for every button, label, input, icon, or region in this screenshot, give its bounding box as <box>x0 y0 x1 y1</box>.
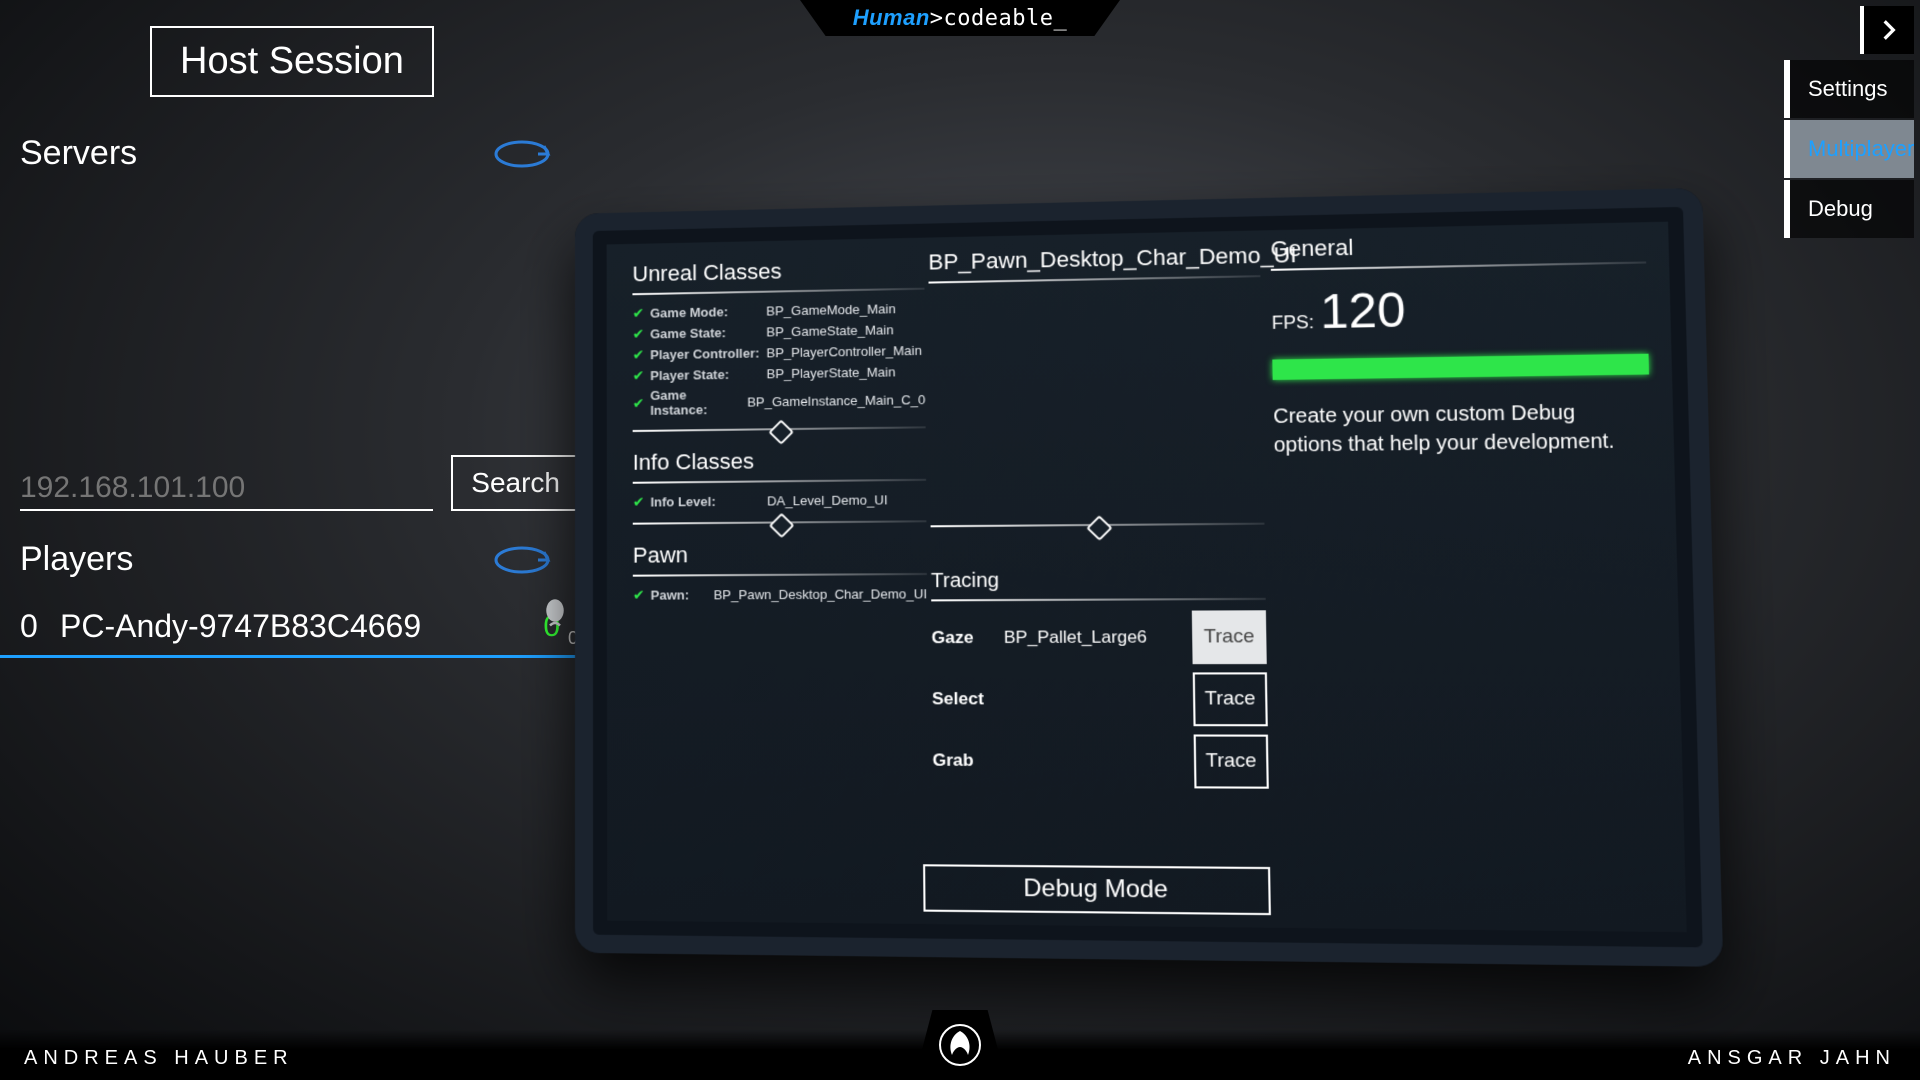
servers-heading: Servers <box>20 134 137 173</box>
check-icon: ✔ <box>633 367 645 384</box>
tracing-gaze-trace-button[interactable]: Trace <box>1192 610 1267 664</box>
info-classes-heading: Info Classes <box>633 446 926 475</box>
unreal-class-value: BP_PlayerState_Main <box>766 364 895 381</box>
refresh-icon <box>490 136 554 172</box>
unreal-classes-heading: Unreal Classes <box>632 256 924 288</box>
chevron-right-icon <box>1876 17 1902 43</box>
divider <box>931 598 1266 602</box>
tracing-grab-trace-button[interactable]: Trace <box>1194 734 1269 788</box>
player-name: PC-Andy-9747B83C4669 <box>60 608 543 645</box>
slider-divider[interactable] <box>633 426 926 432</box>
unreal-class-value: BP_GameInstance_Main_C_0 <box>747 392 925 410</box>
tracing-grab-label: Grab <box>932 750 1005 771</box>
brand-ribbon: Human>codeable_ <box>800 0 1120 36</box>
mid-panel-title: BP_Pawn_Desktop_Char_Demo_UI <box>928 243 1260 276</box>
unreal-class-key: Game Instance: <box>650 387 747 418</box>
divider <box>1271 261 1646 270</box>
check-icon: ✔ <box>633 346 645 363</box>
tracing-select-trace-button[interactable]: Trace <box>1193 672 1268 726</box>
unreal-engine-icon <box>938 1023 982 1067</box>
debug-mode-button[interactable]: Debug Mode <box>923 864 1271 915</box>
footer-credit-right: ANSGAR JAHN <box>1688 1047 1896 1070</box>
check-icon: ✔ <box>633 587 645 604</box>
side-menu-label: Settings <box>1808 76 1888 102</box>
side-menu-label: Debug <box>1808 196 1873 222</box>
player-row[interactable]: 0 PC-Andy-9747B83C4669 0 <box>0 600 580 658</box>
side-menu: Settings Multiplayer Debug <box>1784 60 1914 240</box>
pawn-class-value: BP_Pawn_Desktop_Char_Demo_UI <box>714 586 927 602</box>
tracing-gaze-value: BP_Pallet_Large6 <box>1004 627 1193 648</box>
info-class-key: Info Level: <box>650 493 767 509</box>
tracing-select-label: Select <box>932 689 1005 709</box>
general-description: Create your own custom Debug options tha… <box>1273 397 1651 459</box>
pawn-class-key: Pawn: <box>651 587 714 602</box>
side-menu-label: Multiplayer <box>1808 136 1914 162</box>
unreal-class-row: ✔ Player Controller:BP_PlayerController_M… <box>633 342 926 364</box>
unreal-class-key: Game Mode: <box>650 304 766 321</box>
unreal-class-row: ✔ Game State:BP_GameState_Main <box>632 321 924 343</box>
debug-monitor: Unreal Classes ✔ Game Mode:BP_GameMode_Ma… <box>575 188 1723 967</box>
check-icon: ✔ <box>633 494 645 511</box>
fps-value: 120 <box>1320 284 1406 340</box>
tracing-heading: Tracing <box>931 568 1266 593</box>
tracing-row-grab: Grab Trace <box>932 734 1268 789</box>
divider <box>929 275 1261 283</box>
side-menu-multiplayer[interactable]: Multiplayer <box>1784 120 1914 178</box>
search-button[interactable]: Search <box>451 455 580 511</box>
side-menu-settings[interactable]: Settings <box>1784 60 1914 118</box>
players-refresh-button[interactable] <box>490 542 554 578</box>
slider-divider[interactable] <box>633 520 927 524</box>
unreal-engine-badge <box>914 1010 1006 1080</box>
unreal-class-key: Player Controller: <box>650 345 766 362</box>
general-heading: General <box>1270 228 1646 262</box>
unreal-class-row: ✔ Player State:BP_PlayerState_Main <box>633 363 926 384</box>
pawn-heading: Pawn <box>633 541 927 569</box>
fps-label: FPS: <box>1272 312 1315 334</box>
info-class-value: DA_Level_Demo_UI <box>767 492 888 508</box>
ip-input[interactable] <box>20 467 433 511</box>
brand-human: Human <box>853 5 930 30</box>
info-class-row: ✔ Info Level:DA_Level_Demo_UI <box>633 491 927 511</box>
tracing-row-gaze: Gaze BP_Pallet_Large6 Trace <box>931 610 1266 664</box>
check-icon: ✔ <box>632 305 644 322</box>
slider-divider[interactable] <box>931 523 1265 528</box>
check-icon: ✔ <box>633 395 645 412</box>
players-heading: Players <box>20 540 133 579</box>
menu-toggle-button[interactable] <box>1860 6 1914 54</box>
divider <box>633 573 927 577</box>
fps-progress-bar <box>1272 354 1649 380</box>
monitor-screen: Unreal Classes ✔ Game Mode:BP_GameMode_Ma… <box>607 222 1687 933</box>
unreal-class-value: BP_PlayerController_Main <box>766 343 922 361</box>
mic-icon <box>540 598 570 628</box>
pawn-class-row: ✔ Pawn:BP_Pawn_Desktop_Char_Demo_UI <box>633 585 927 604</box>
player-mic-indicator: 0 <box>540 598 570 633</box>
unreal-class-value: BP_GameState_Main <box>766 322 893 339</box>
tracing-row-select: Select Trace <box>932 672 1268 726</box>
unreal-class-row: ✔ Game Instance:BP_GameInstance_Main_C_0 <box>633 384 926 418</box>
player-index: 0 <box>20 608 60 645</box>
side-menu-debug[interactable]: Debug <box>1784 180 1914 238</box>
tracing-grab-value <box>1005 761 1194 762</box>
host-session-button[interactable]: Host Session <box>150 26 434 97</box>
unreal-class-key: Player State: <box>650 366 766 383</box>
servers-refresh-button[interactable] <box>490 136 554 172</box>
divider <box>632 288 924 296</box>
refresh-icon <box>490 542 554 578</box>
footer-credit-left: ANDREAS HAUBER <box>24 1047 294 1070</box>
divider <box>633 479 926 484</box>
tracing-gaze-label: Gaze <box>931 628 1004 649</box>
unreal-class-key: Game State: <box>650 325 766 342</box>
unreal-class-value: BP_GameMode_Main <box>766 301 896 318</box>
brand-codeable: >codeable_ <box>930 6 1067 31</box>
check-icon: ✔ <box>632 326 644 343</box>
ip-search-row: Search <box>20 455 580 511</box>
unreal-class-row: ✔ Game Mode:BP_GameMode_Main <box>632 300 924 322</box>
